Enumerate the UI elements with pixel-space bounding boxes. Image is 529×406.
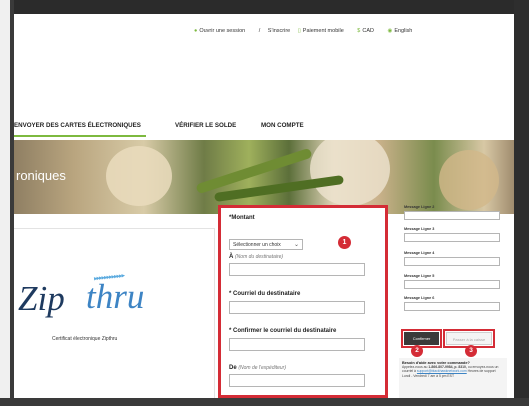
nav-check-balance[interactable]: VÉRIFIER LE SOLDE (175, 122, 236, 129)
recipient-name-label: À (Nom du destinataire) (229, 254, 284, 260)
help-box: Besoin d'aide avec votre commande? Appel… (399, 358, 507, 398)
nav-active-underline (14, 135, 146, 137)
sender-label: De (Nom de l'expéditeur) (229, 365, 286, 371)
confirm-email-label: * Confirmer le courriel du destinataire (229, 328, 337, 334)
message-line-6-label: Message Ligne 6 (404, 296, 435, 300)
main-nav: ENVOYER DES CARTES ÉLECTRONIQUES VÉRIFIE… (14, 118, 514, 141)
chevron-down-icon: ⌄ (293, 242, 299, 248)
message-line-2-label: Message Ligne 2 (404, 205, 435, 209)
message-line-4-input[interactable] (404, 257, 500, 266)
message-line-2-input[interactable] (404, 211, 500, 220)
hero-vegetable (439, 150, 499, 210)
step-badge-2: 2 (411, 345, 423, 357)
help-phone: 1-866-807-9984, p. 8310, (428, 365, 467, 369)
confirm-button[interactable]: Confirmer (404, 332, 439, 345)
message-line-6-input[interactable] (404, 302, 500, 311)
card-caption: Certificat électronique Zipthru (52, 336, 118, 342)
tablet-device: ● Ouvrir une session / S'inscrire ▯ Paieme… (0, 0, 529, 406)
recipient-name-hint: (Nom du destinataire) (235, 254, 284, 260)
message-line-3-input[interactable] (404, 233, 500, 242)
tablet-bezel-top (0, 0, 529, 14)
browser-screen: ● Ouvrir une session / S'inscrire ▯ Paieme… (14, 14, 514, 398)
recipient-email-input[interactable] (229, 301, 365, 314)
signin-link[interactable]: ● Ouvrir une session (194, 28, 251, 34)
recipient-email-label: * Courriel du destinataire (229, 291, 301, 297)
amount-label: *Montant (229, 215, 255, 221)
help-text: Appelez-nous au 1-866-807-9984, p. 8310,… (402, 365, 499, 378)
hero-banner: roniques (14, 140, 514, 214)
currency-selector[interactable]: $ CAD (357, 28, 380, 34)
nav-my-account[interactable]: MON COMPTE (261, 122, 304, 129)
hero-vegetable (106, 146, 172, 206)
signup-link[interactable]: S'inscrire (268, 28, 290, 34)
tablet-bezel-right (514, 0, 529, 406)
utility-bar: ● Ouvrir une session / S'inscrire ▯ Paieme… (14, 14, 514, 50)
card-preview: Zip thru ▸▸▸▸▸▸▸▸▸▸▸▸ Certificat électro… (14, 228, 215, 398)
nav-send-ecards[interactable]: ENVOYER DES CARTES ÉLECTRONIQUES (14, 122, 141, 129)
user-icon: ● (194, 28, 198, 34)
tablet-bezel-bottom (0, 398, 529, 406)
globe-icon: ◉ (387, 28, 393, 34)
utility-links: ● Ouvrir une session / S'inscrire ▯ Paieme… (194, 28, 424, 34)
phone-icon: ▯ (297, 28, 301, 34)
message-line-5-label: Message Ligne 5 (404, 274, 435, 278)
amount-selected-value: Sélectionner un choix (233, 242, 281, 248)
hero-title: roniques (16, 168, 66, 183)
step-badge-3: 3 (465, 345, 477, 357)
message-line-5-input[interactable] (404, 280, 500, 289)
amount-select[interactable]: Sélectionner un choix ⌄ (229, 239, 303, 250)
zipthru-logo-zip: Zip (18, 279, 65, 318)
mobile-payment-link[interactable]: ▯ Paiement mobile (298, 28, 350, 34)
sender-hint: (Nom de l'expéditeur) (238, 365, 286, 371)
checkout-button[interactable]: Passer à la caisse (446, 332, 492, 345)
hero-vegetable (310, 140, 390, 206)
zipthru-logo-thru: thru (86, 277, 145, 316)
message-line-4-label: Message Ligne 4 (404, 251, 435, 255)
step-badge-1: 1 (338, 236, 351, 249)
help-email-link[interactable]: support@blackhawknetwork.com (417, 369, 467, 373)
separator: / (258, 28, 261, 34)
sender-input[interactable] (229, 374, 365, 387)
message-line-3-label: Message Ligne 3 (404, 227, 435, 231)
dollar-icon: $ (357, 28, 361, 34)
language-link[interactable]: ◉ English (388, 28, 419, 34)
confirm-email-input[interactable] (229, 338, 365, 351)
recipient-name-input[interactable] (229, 263, 365, 276)
